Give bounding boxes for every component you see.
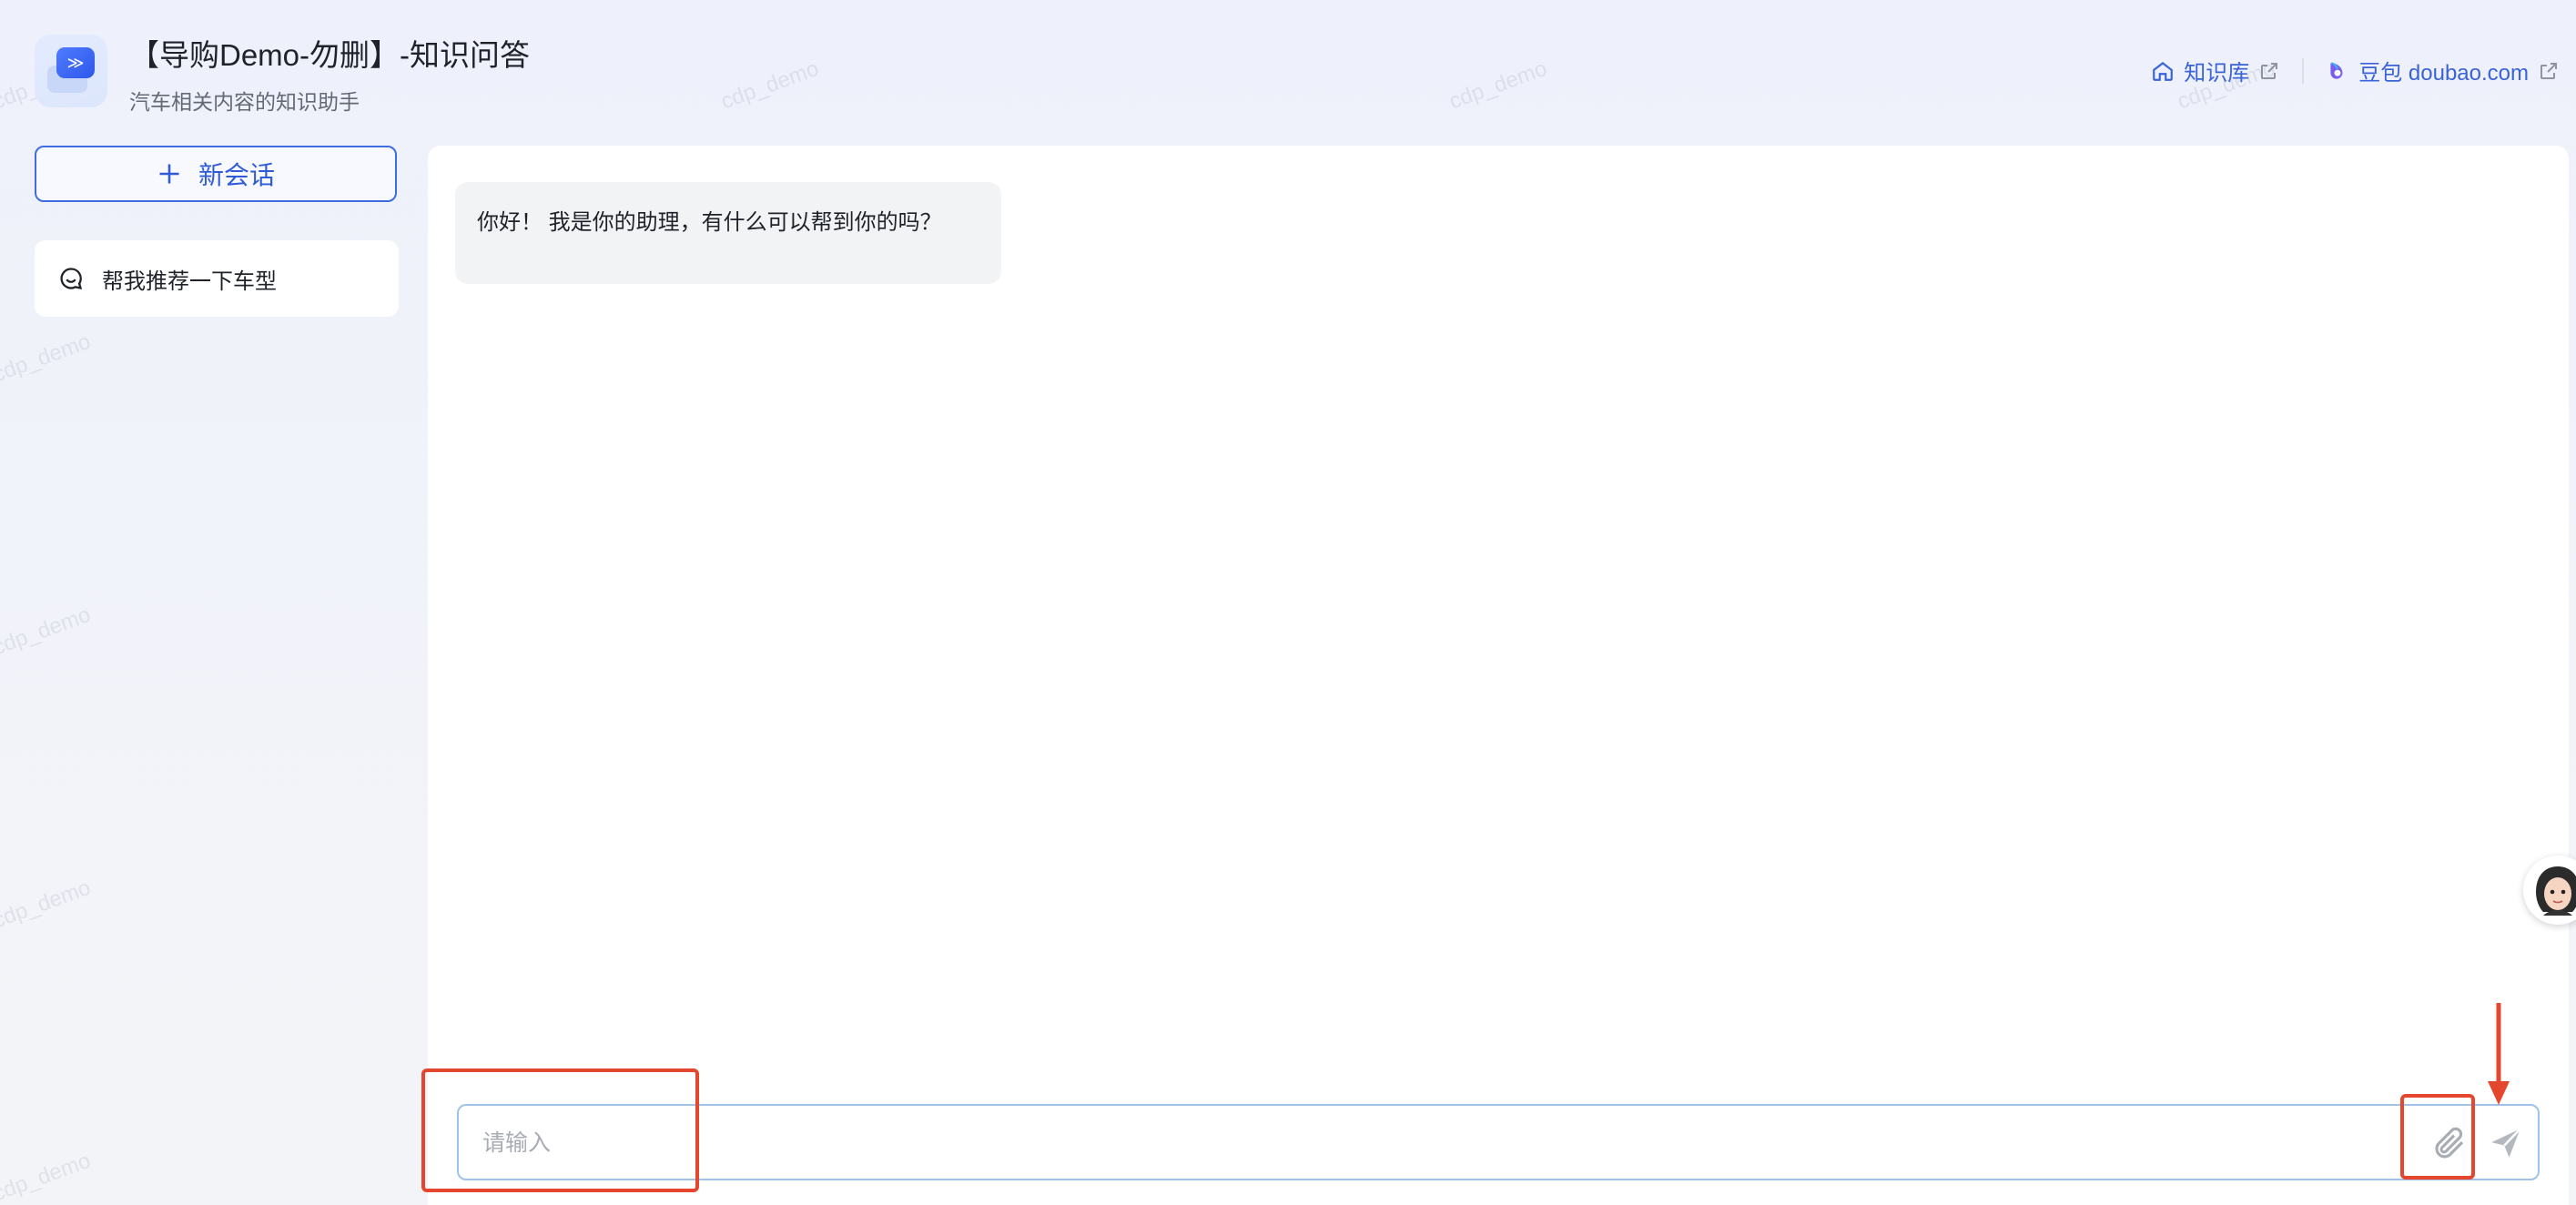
- knowledge-base-label: 知识库: [2184, 61, 2250, 86]
- watermark-text: cdp_demo: [0, 1148, 95, 1205]
- doubao-label: 豆包 doubao.com: [2358, 61, 2529, 86]
- top-links: 知识库 豆包 doubao.com: [2151, 55, 2560, 86]
- annotation-arrow-icon: [2488, 1003, 2510, 1105]
- watermark-text: cdp_demo: [0, 875, 95, 934]
- knowledge-base-link[interactable]: 知识库: [2151, 55, 2280, 86]
- new-chat-button[interactable]: 新会话: [35, 146, 397, 202]
- plus-icon: [159, 164, 179, 184]
- app-subtitle: 汽车相关内容的知识助手: [129, 90, 360, 114]
- message-input[interactable]: [481, 1106, 2414, 1180]
- doubao-link[interactable]: 豆包 doubao.com: [2326, 55, 2560, 86]
- watermark-text: cdp_demo: [717, 56, 823, 115]
- external-link-icon: [2541, 62, 2557, 79]
- logo-chat-icon: ≫: [56, 47, 95, 78]
- chat-panel: 你好！ 我是你的助理，有什么可以帮到你的吗？: [428, 146, 2569, 1205]
- new-chat-label: 新会话: [198, 161, 275, 189]
- send-icon[interactable]: [2487, 1124, 2525, 1162]
- conversation-label: 帮我推荐一下车型: [102, 268, 277, 294]
- external-link-icon: [2261, 62, 2278, 79]
- annotation-attach-highlight: [2400, 1094, 2475, 1180]
- watermark-text: cdp_demo: [1445, 56, 1551, 115]
- chat-bubble-icon: [60, 268, 83, 290]
- doubao-logo-icon: [2330, 61, 2343, 79]
- app-logo: ≫: [35, 35, 107, 107]
- watermark-text: cdp_demo: [0, 329, 95, 388]
- assistant-message: 你好！ 我是你的助理，有什么可以帮到你的吗？: [455, 182, 1001, 284]
- annotation-input-highlight: [421, 1068, 699, 1192]
- link-separator: [2302, 57, 2305, 84]
- composer: [457, 1104, 2540, 1180]
- app-title: 【导购Demo-勿删】-知识问答: [129, 38, 531, 72]
- sidebar-conversation-item[interactable]: 帮我推荐一下车型: [35, 240, 399, 317]
- watermark-text: cdp_demo: [0, 602, 95, 661]
- home-icon: [2153, 61, 2174, 81]
